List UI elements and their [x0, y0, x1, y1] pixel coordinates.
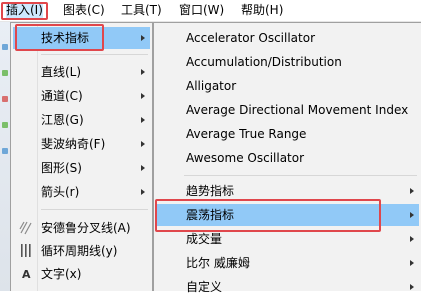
menu-item-label: 趋势指标	[186, 184, 235, 198]
menu-charts[interactable]: 图表(C)	[63, 3, 105, 18]
menu-item-label: 成交量	[186, 232, 223, 246]
menu-item-label: 斐波纳奇(F)	[41, 137, 106, 151]
submenu-arrow-icon	[141, 117, 145, 123]
menu-item-fibonacci[interactable]: 斐波纳奇(F)	[13, 133, 150, 155]
menu-tools[interactable]: 工具(T)	[121, 3, 162, 18]
menu-item-label: Alligator	[186, 79, 237, 93]
menu-item-label: 文字(x)	[41, 267, 82, 281]
submenu-custom[interactable]: 自定义	[156, 276, 419, 298]
menu-item-andrews-pitchfork[interactable]: 安德鲁分叉线(A)	[13, 217, 150, 239]
pitchfork-icon	[19, 221, 32, 235]
submenu-arrow-icon	[141, 69, 145, 75]
menu-item-label: 安德鲁分叉线(A)	[41, 221, 131, 235]
submenu-arrow-icon	[410, 236, 414, 242]
menu-item-channels[interactable]: 通道(C)	[13, 85, 150, 107]
submenu-arrow-icon	[141, 93, 145, 99]
toolbar-marker	[2, 44, 8, 50]
submenu-arrow-icon	[141, 141, 145, 147]
menu-item-arrows[interactable]: 箭头(r)	[13, 181, 150, 203]
menu-item-gann[interactable]: 江恩(G)	[13, 109, 150, 131]
menu-separator	[184, 175, 417, 176]
toolbar-marker	[2, 122, 8, 128]
indicator-accelerator-oscillator[interactable]: Accelerator Oscillator	[156, 27, 419, 49]
indicator-awesome-oscillator[interactable]: Awesome Oscillator	[156, 147, 419, 169]
toolbar-marker	[2, 96, 8, 102]
menu-item-label: Accelerator Oscillator	[186, 31, 316, 45]
menu-item-label: Average True Range	[186, 127, 307, 141]
menu-insert[interactable]: 插入(I)	[6, 3, 43, 18]
indicator-alligator[interactable]: Alligator	[156, 75, 419, 97]
submenu-arrow-icon	[410, 188, 414, 194]
background-window-edge	[0, 22, 10, 291]
indicators-submenu: Accelerator Oscillator Accumulation/Dist…	[153, 22, 421, 294]
menu-bar: 插入(I) 图表(C) 工具(T) 窗口(W) 帮助(H)	[0, 0, 421, 22]
menu-item-label: 技术指标	[41, 31, 90, 45]
indicator-atr[interactable]: Average True Range	[156, 123, 419, 145]
submenu-arrow-icon	[410, 212, 414, 218]
menu-item-label: Average Directional Movement Index	[186, 103, 409, 117]
submenu-arrow-icon	[141, 189, 145, 195]
insert-dropdown: 技术指标 直线(L) 通道(C) 江恩(G) 斐波纳奇(F) 图形(S) 箭头(…	[10, 22, 153, 291]
menu-separator	[41, 209, 148, 210]
menu-item-technical-indicators[interactable]: 技术指标	[13, 27, 150, 49]
submenu-arrow-icon	[410, 284, 414, 290]
menu-separator	[41, 54, 148, 55]
menu-item-label: Accumulation/Distribution	[186, 55, 342, 69]
menu-item-lines[interactable]: 直线(L)	[13, 61, 150, 83]
menu-item-label: 循环周期线(y)	[41, 244, 118, 258]
submenu-volumes[interactable]: 成交量	[156, 228, 419, 250]
toolbar-marker	[2, 148, 8, 154]
menu-item-label: 震荡指标	[186, 208, 235, 222]
submenu-arrow-icon	[410, 260, 414, 266]
menu-item-label: 图形(S)	[41, 161, 82, 175]
menu-item-label: 箭头(r)	[41, 185, 80, 199]
menu-help[interactable]: 帮助(H)	[241, 3, 283, 18]
menu-window[interactable]: 窗口(W)	[179, 3, 224, 18]
svg-text:A: A	[22, 268, 31, 281]
submenu-oscillators[interactable]: 震荡指标	[156, 204, 419, 226]
menu-item-label: 比尔 威廉姆	[186, 256, 250, 270]
indicator-accumulation-distribution[interactable]: Accumulation/Distribution	[156, 51, 419, 73]
menu-item-cycle-lines[interactable]: 循环周期线(y)	[13, 240, 150, 262]
cycle-lines-icon	[21, 244, 31, 257]
submenu-arrow-icon	[141, 165, 145, 171]
menu-item-label: 通道(C)	[41, 89, 83, 103]
menu-item-label: 直线(L)	[41, 65, 82, 79]
toolbar-marker	[2, 70, 8, 76]
menu-item-label: 江恩(G)	[41, 113, 84, 127]
menu-item-text[interactable]: A 文字(x)	[13, 263, 150, 285]
text-icon: A	[22, 268, 31, 281]
submenu-arrow-icon	[141, 35, 145, 41]
menu-item-label: 自定义	[186, 280, 223, 294]
indicator-adx[interactable]: Average Directional Movement Index	[156, 99, 419, 121]
submenu-bill-williams[interactable]: 比尔 威廉姆	[156, 252, 419, 274]
menu-item-label: Awesome Oscillator	[186, 151, 305, 165]
submenu-trend[interactable]: 趋势指标	[156, 180, 419, 202]
menu-item-shapes[interactable]: 图形(S)	[13, 157, 150, 179]
